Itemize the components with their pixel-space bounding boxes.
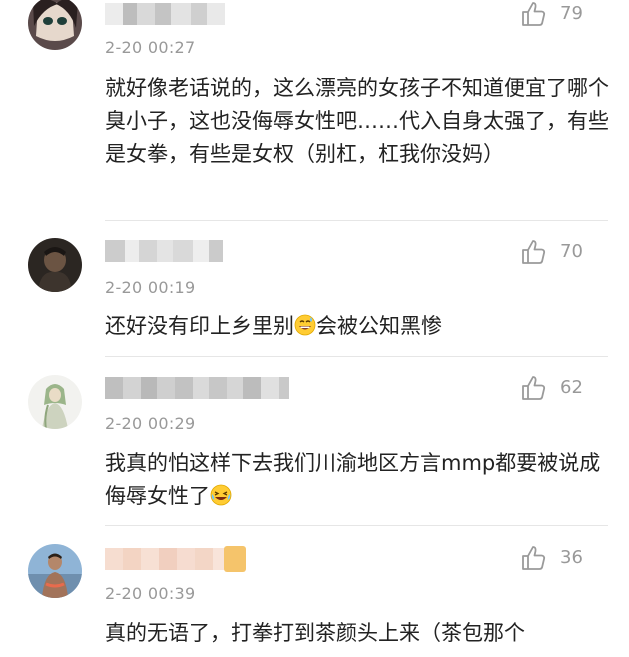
vip-badge-icon bbox=[224, 546, 246, 572]
divider bbox=[105, 525, 608, 526]
grinning-sweat-emoji bbox=[294, 313, 316, 346]
username-blurred[interactable] bbox=[105, 548, 229, 570]
comment-time: 2-20 00:29 bbox=[105, 414, 196, 433]
avatar[interactable] bbox=[28, 375, 82, 429]
comment-time: 2-20 00:19 bbox=[105, 278, 196, 297]
comment-text: 真的无语了，打拳打到茶颜头上来（茶包那个 bbox=[105, 621, 525, 645]
comment-text-part: 会被公知黑惨 bbox=[316, 314, 442, 338]
username-blurred[interactable] bbox=[105, 3, 225, 25]
divider bbox=[105, 356, 608, 357]
thumbs-up-icon[interactable] bbox=[520, 374, 548, 402]
thumbs-up-icon[interactable] bbox=[520, 544, 548, 572]
comment-text-part: 我真的怕这样下去我们川渝地区方言mmp都要被说成侮辱女性了 bbox=[105, 451, 601, 508]
comment-text: 我真的怕这样下去我们川渝地区方言mmp都要被说成侮辱女性了 bbox=[105, 447, 610, 516]
comment-text: 还好没有印上乡里别 会被公知黑惨 bbox=[105, 310, 610, 346]
avatar[interactable] bbox=[28, 0, 82, 50]
comment-text: 就好像老话说的，这么漂亮的女孩子不知道便宜了哪个臭小子，这也没侮辱女性吧……代入… bbox=[105, 76, 609, 166]
thumbs-up-icon[interactable] bbox=[520, 0, 548, 28]
comment-time: 2-20 00:39 bbox=[105, 584, 196, 603]
username-blurred[interactable] bbox=[105, 377, 289, 399]
thumbs-up-icon[interactable] bbox=[520, 238, 548, 266]
like-count: 70 bbox=[560, 241, 583, 262]
avatar[interactable] bbox=[28, 238, 82, 292]
like-count: 79 bbox=[560, 3, 583, 24]
comment-text-part: 还好没有印上乡里别 bbox=[105, 314, 294, 338]
username-blurred[interactable] bbox=[105, 240, 223, 262]
like-count: 36 bbox=[560, 547, 583, 568]
divider bbox=[105, 220, 608, 221]
comment-time: 2-20 00:27 bbox=[105, 38, 196, 57]
avatar[interactable] bbox=[28, 544, 82, 598]
like-count: 62 bbox=[560, 377, 583, 398]
crying-laughing-emoji bbox=[210, 483, 232, 516]
